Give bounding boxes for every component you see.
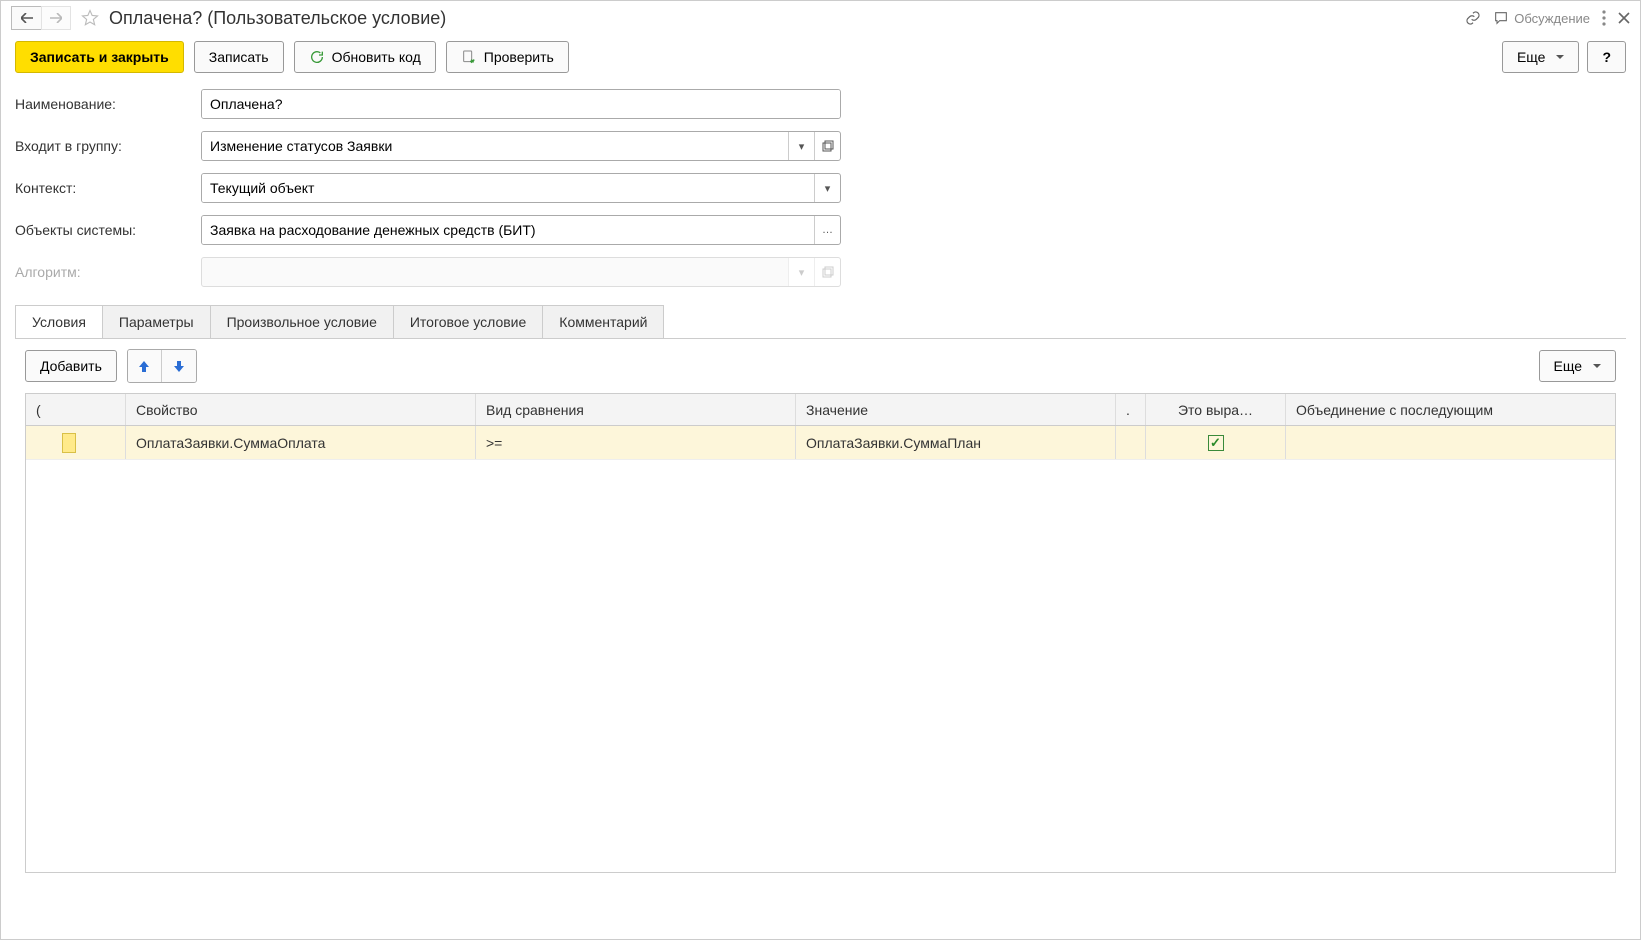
conditions-grid[interactable]: ( Свойство Вид сравнения Значение . Это … [25, 393, 1616, 873]
cell-join[interactable] [1286, 426, 1615, 459]
col-is-expression[interactable]: Это выра… [1146, 394, 1286, 425]
tab-custom-condition[interactable]: Произвольное условие [210, 305, 394, 338]
cell-value[interactable]: ОплатаЗаявки.СуммаПлан [796, 426, 1116, 459]
algorithm-dropdown-button: ▾ [788, 258, 814, 286]
objects-input[interactable] [202, 216, 814, 244]
objects-label: Объекты системы: [15, 222, 201, 238]
context-input[interactable] [202, 174, 814, 202]
close-button[interactable] [1618, 12, 1630, 24]
checkbox-checked-icon: ✓ [1208, 435, 1224, 451]
name-label: Наименование: [15, 96, 201, 112]
refresh-code-button[interactable]: Обновить код [294, 41, 436, 73]
algorithm-label: Алгоритм: [15, 264, 201, 280]
tab-conditions[interactable]: Условия [15, 305, 103, 338]
col-value[interactable]: Значение [796, 394, 1116, 425]
link-icon[interactable] [1465, 10, 1481, 26]
col-join[interactable]: Объединение с последующим [1286, 394, 1615, 425]
move-down-button[interactable] [162, 350, 196, 382]
kebab-menu-icon[interactable] [1602, 10, 1606, 26]
name-input[interactable] [202, 90, 840, 118]
context-label: Контекст: [15, 180, 201, 196]
arrow-left-icon [21, 13, 33, 23]
discuss-label: Обсуждение [1514, 11, 1590, 26]
context-dropdown-button[interactable]: ▾ [814, 174, 840, 202]
cell-close-paren[interactable] [1116, 426, 1146, 459]
check-button[interactable]: Проверить [446, 41, 569, 73]
group-dropdown-button[interactable]: ▾ [788, 132, 814, 160]
grid-more-button[interactable]: Еще [1539, 350, 1617, 382]
more-button[interactable]: Еще [1502, 41, 1580, 73]
grid-row[interactable]: ОплатаЗаявки.СуммаОплата >= ОплатаЗаявки… [26, 426, 1615, 460]
arrow-down-icon [172, 359, 186, 373]
move-up-button[interactable] [128, 350, 162, 382]
nav-back-button[interactable] [11, 6, 41, 30]
cell-compare[interactable]: >= [476, 426, 796, 459]
cell-is-expr[interactable]: ✓ [1146, 426, 1286, 459]
save-button[interactable]: Записать [194, 41, 284, 73]
objects-ellipsis-button[interactable]: … [814, 216, 840, 244]
col-property[interactable]: Свойство [126, 394, 476, 425]
cell-marker[interactable] [26, 426, 126, 459]
open-external-icon [822, 266, 834, 278]
close-icon [1618, 12, 1630, 24]
check-doc-icon [461, 49, 477, 65]
tab-parameters[interactable]: Параметры [102, 305, 211, 338]
col-compare[interactable]: Вид сравнения [476, 394, 796, 425]
add-row-button[interactable]: Добавить [25, 350, 117, 382]
refresh-icon [309, 49, 325, 65]
help-button[interactable]: ? [1587, 41, 1626, 73]
col-open-paren[interactable]: ( [26, 394, 126, 425]
save-and-close-button[interactable]: Записать и закрыть [15, 41, 184, 73]
algorithm-input [202, 258, 788, 286]
arrow-right-icon [50, 13, 62, 23]
cell-property[interactable]: ОплатаЗаявки.СуммаОплата [126, 426, 476, 459]
arrow-up-icon [137, 359, 151, 373]
row-marker-icon [62, 433, 76, 453]
nav-forward-button[interactable] [41, 6, 71, 30]
tab-final-condition[interactable]: Итоговое условие [393, 305, 543, 338]
open-external-icon [822, 140, 834, 152]
algorithm-open-button [814, 258, 840, 286]
col-close-paren[interactable]: . [1116, 394, 1146, 425]
favorite-star-icon[interactable] [81, 9, 99, 27]
discuss-button[interactable]: Обсуждение [1493, 10, 1590, 26]
tab-comment[interactable]: Комментарий [542, 305, 664, 338]
group-label: Входит в группу: [15, 138, 201, 154]
window-title: Оплачена? (Пользовательское условие) [109, 8, 446, 29]
chat-icon [1493, 10, 1509, 26]
group-open-button[interactable] [814, 132, 840, 160]
group-input[interactable] [202, 132, 788, 160]
